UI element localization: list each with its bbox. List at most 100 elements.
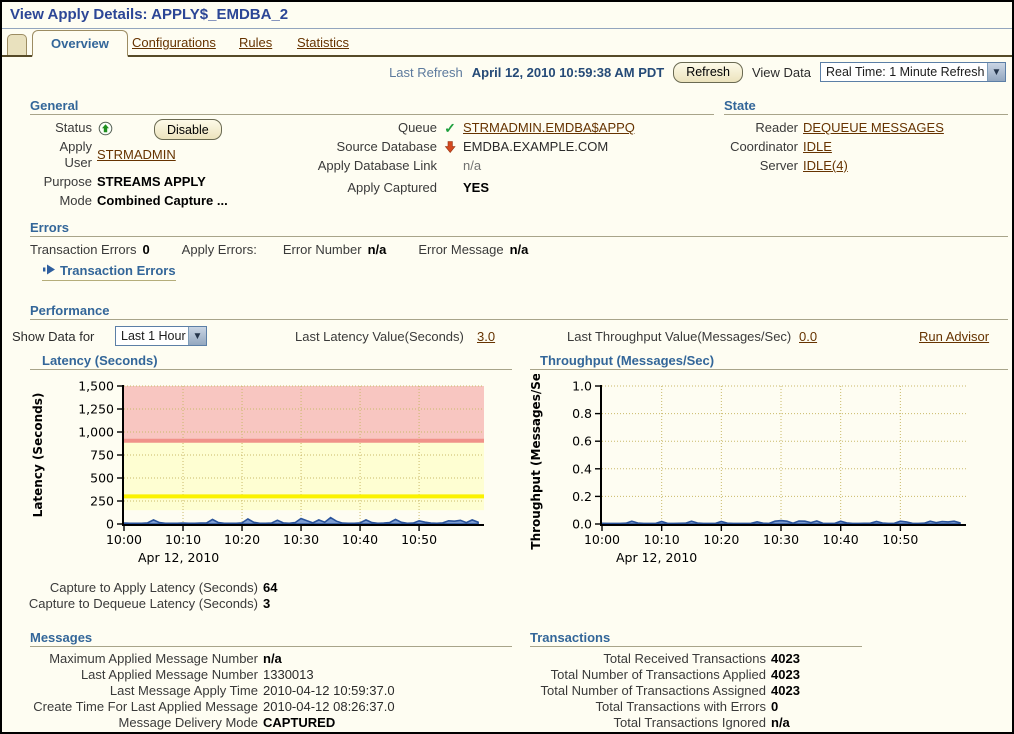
messages-heading: Messages — [30, 630, 92, 645]
queue-label: Queue — [252, 120, 437, 136]
tab-bar: Overview Configurations Rules Statistics — [2, 29, 1012, 57]
refresh-bar: Last Refresh April 12, 2010 10:59:38 AM … — [389, 60, 1006, 84]
errors-divider — [30, 236, 1008, 237]
message-row-value: 2010-04-12 10:59:37.0 — [263, 683, 395, 699]
svg-text:0: 0 — [106, 517, 114, 532]
reader-link[interactable]: DEQUEUE MESSAGES — [803, 120, 944, 136]
message-row-value: 1330013 — [263, 667, 314, 683]
status-label: Status — [30, 120, 92, 136]
last-throughput-value-link[interactable]: 0.0 — [799, 329, 817, 344]
message-row-value: n/a — [263, 651, 282, 667]
capture-to-dequeue-latency-row: Capture to Dequeue Latency (Seconds) 3 — [26, 596, 277, 612]
server-link[interactable]: IDLE(4) — [803, 158, 848, 174]
purpose-row: Purpose STREAMS APPLY — [30, 174, 250, 190]
errors-heading: Errors — [30, 220, 69, 235]
latency-chart: 02505007501,0001,2501,50010:0010:1010:20… — [28, 374, 520, 574]
view-data-selected-option: Real Time: 1 Minute Refresh — [826, 65, 984, 79]
chevron-down-icon[interactable]: ▼ — [188, 327, 206, 345]
transaction-row-label: Total Received Transactions — [526, 651, 766, 667]
view-data-label: View Data — [752, 65, 811, 80]
performance-heading: Performance — [30, 303, 109, 318]
apply-errors-label: Apply Errors: — [182, 242, 257, 257]
transaction-errors-label: Transaction Errors — [30, 242, 136, 257]
page-title: View Apply Details: APPLY$_EMDBA_2 — [10, 6, 288, 23]
svg-text:10:30: 10:30 — [763, 532, 799, 547]
run-advisor-link[interactable]: Run Advisor — [919, 329, 989, 344]
state-heading: State — [724, 98, 756, 113]
source-database-value: EMDBA.EXAMPLE.COM — [463, 139, 608, 155]
errors-summary-row: Transaction Errors 0 Apply Errors: Error… — [30, 242, 528, 257]
server-row: Server IDLE(4) — [724, 158, 1008, 174]
last-latency-value-link[interactable]: 3.0 — [477, 329, 495, 344]
error-message-value: n/a — [510, 242, 529, 257]
coordinator-link[interactable]: IDLE — [803, 139, 832, 155]
svg-text:750: 750 — [90, 448, 114, 463]
purpose-value: STREAMS APPLY — [97, 174, 206, 190]
transactions-divider — [530, 646, 862, 647]
svg-text:10:20: 10:20 — [703, 532, 739, 547]
svg-text:10:30: 10:30 — [283, 532, 319, 547]
mode-label: Mode — [30, 193, 92, 209]
last-refresh-timestamp: April 12, 2010 10:59:38 AM PDT — [472, 65, 664, 80]
svg-text:1.0: 1.0 — [572, 379, 592, 394]
state-column: Reader DEQUEUE MESSAGES Coordinator IDLE… — [724, 120, 1008, 177]
transaction-errors-disclosure[interactable]: Transaction Errors — [42, 263, 176, 281]
svg-text:Apr 12, 2010: Apr 12, 2010 — [616, 550, 697, 565]
latency-chart-divider — [30, 369, 512, 370]
list-item: Total Transactions with Errors0 — [526, 699, 800, 715]
last-refresh-label: Last Refresh — [389, 65, 463, 80]
view-data-select[interactable]: Real Time: 1 Minute Refresh ▼ — [820, 62, 1006, 82]
tab-overview[interactable]: Overview — [32, 30, 128, 57]
svg-text:10:40: 10:40 — [823, 532, 859, 547]
apply-captured-label: Apply Captured — [252, 180, 437, 196]
error-number-value: n/a — [368, 242, 387, 257]
transaction-row-value: 4023 — [771, 651, 800, 667]
tab-rules[interactable]: Rules — [239, 35, 272, 50]
refresh-button[interactable]: Refresh — [673, 62, 743, 83]
svg-text:250: 250 — [90, 494, 114, 509]
reader-label: Reader — [724, 120, 798, 136]
apply-db-link-row: Apply Database Link n/a — [252, 158, 672, 174]
apply-user-link[interactable]: STRMADMIN — [97, 147, 176, 163]
show-data-for-selected-option: Last 1 Hour — [121, 329, 186, 343]
list-item: Total Transactions Ignoredn/a — [526, 715, 800, 731]
disable-button[interactable]: Disable — [154, 119, 222, 140]
show-data-for-select[interactable]: Last 1 Hour ▼ — [115, 326, 207, 346]
error-number-label: Error Number — [283, 242, 362, 257]
svg-text:10:00: 10:00 — [106, 532, 142, 547]
transaction-row-label: Total Number of Transactions Applied — [526, 667, 766, 683]
list-item: Total Number of Transactions Applied4023 — [526, 667, 800, 683]
view-apply-details-window: View Apply Details: APPLY$_EMDBA_2 Overv… — [0, 0, 1014, 734]
tab-configurations[interactable]: Configurations — [132, 35, 216, 50]
reader-row: Reader DEQUEUE MESSAGES — [724, 120, 1008, 136]
mode-row: Mode Combined Capture ... — [30, 193, 250, 209]
check-icon: ✓ — [442, 122, 458, 134]
apply-captured-value: YES — [463, 180, 489, 196]
queue-link[interactable]: STRMADMIN.EMDBA$APPQ — [463, 120, 635, 136]
coordinator-row: Coordinator IDLE — [724, 139, 1008, 155]
transaction-row-label: Total Number of Transactions Assigned — [526, 683, 766, 699]
list-item: Last Applied Message Number1330013 — [26, 667, 395, 683]
disclosure-arrow-icon — [42, 263, 56, 278]
message-row-label: Create Time For Last Applied Message — [26, 699, 258, 715]
tab-statistics[interactable]: Statistics — [297, 35, 349, 50]
message-row-value: CAPTURED — [263, 715, 335, 731]
svg-text:10:50: 10:50 — [882, 532, 918, 547]
svg-text:10:10: 10:10 — [644, 532, 680, 547]
last-latency-label: Last Latency Value(Seconds) — [295, 329, 464, 344]
apply-captured-row: Apply Captured YES — [252, 180, 672, 196]
svg-text:Latency (Seconds): Latency (Seconds) — [31, 393, 45, 518]
throughput-chart: 0.00.20.40.60.81.010:0010:1010:2010:3010… — [526, 374, 1006, 574]
svg-text:0.4: 0.4 — [572, 461, 592, 476]
source-database-label: Source Database — [252, 139, 437, 155]
state-divider — [724, 114, 1008, 115]
purpose-label: Purpose — [30, 174, 92, 190]
throughput-chart-title: Throughput (Messages/Sec) — [540, 353, 714, 368]
chevron-down-icon[interactable]: ▼ — [987, 63, 1005, 81]
throughput-chart-divider — [530, 369, 1008, 370]
svg-text:10:40: 10:40 — [342, 532, 378, 547]
message-row-value: 2010-04-12 08:26:37.0 — [263, 699, 395, 715]
transaction-row-label: Total Transactions with Errors — [526, 699, 766, 715]
svg-text:10:10: 10:10 — [165, 532, 201, 547]
capture-to-dequeue-latency-label: Capture to Dequeue Latency (Seconds) — [26, 596, 258, 612]
